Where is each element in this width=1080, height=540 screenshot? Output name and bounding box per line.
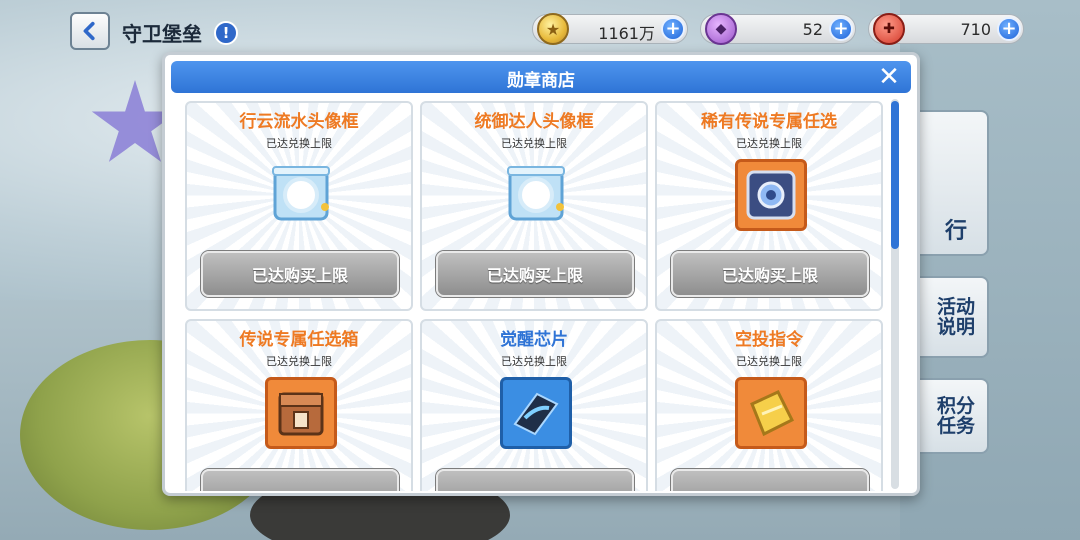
item-limit-status: 已达兑换上限 <box>501 355 567 368</box>
shop-item-card[interactable]: 传说专属任选箱 已达兑换上限 <box>185 319 413 491</box>
item-name: 行云流水头像框 <box>239 112 359 132</box>
avatar-frame-icon <box>500 159 572 231</box>
resource-gold: 1161万 + <box>532 13 688 45</box>
airdrop-card-icon <box>735 377 807 449</box>
scrollbar-thumb[interactable] <box>891 101 899 249</box>
back-button[interactable] <box>70 12 110 50</box>
red-tool-icon <box>873 13 905 45</box>
shop-item-card[interactable]: 统御达人头像框 已达兑换上限 已达购买上限 <box>420 101 648 311</box>
dialog-header: 勋章商店 ✕ <box>171 61 911 93</box>
resource-gem-value: 52 <box>802 20 823 39</box>
add-tool-button[interactable]: + <box>997 17 1021 41</box>
gold-coin-icon <box>537 13 569 45</box>
item-limit-status: 已达兑换上限 <box>736 137 802 150</box>
add-gold-button[interactable]: + <box>661 17 685 41</box>
purchase-limit-button[interactable]: 已达购买上限 <box>201 251 399 297</box>
resource-gem: 52 + <box>700 13 856 45</box>
avatar-frame-icon <box>265 159 337 231</box>
shop-item-grid: 行云流水头像框 已达兑换上限 已达购买上限 统御达人头像框 已达兑换上限 已达购… <box>183 99 887 491</box>
purchase-limit-button[interactable]: 已达购买上限 <box>671 251 869 297</box>
shop-item-card[interactable]: 空投指令 已达兑换上限 <box>655 319 883 491</box>
shop-item-card[interactable]: 稀有传说专属任选 已达兑换上限 已达购买上限 <box>655 101 883 311</box>
item-name: 传说专属任选箱 <box>239 330 359 350</box>
close-icon[interactable]: ✕ <box>875 62 903 92</box>
scrollbar[interactable] <box>891 99 899 489</box>
item-name: 空投指令 <box>735 330 803 350</box>
chip-icon <box>500 377 572 449</box>
background-right-panel <box>900 0 1080 540</box>
item-limit-status: 已达兑换上限 <box>736 355 802 368</box>
resource-gold-value: 1161万 <box>598 24 655 43</box>
purchase-limit-button[interactable]: 已达购买上限 <box>436 251 634 297</box>
chest-icon <box>265 377 337 449</box>
dialog-title: 勋章商店 <box>507 71 575 91</box>
purchase-limit-button[interactable] <box>201 469 399 491</box>
resource-tool: 710 + <box>868 13 1024 45</box>
item-name: 觉醒芯片 <box>500 330 568 350</box>
item-limit-status: 已达兑换上限 <box>501 137 567 150</box>
chevron-left-icon <box>83 21 95 41</box>
add-gem-button[interactable]: + <box>829 17 853 41</box>
item-limit-status: 已达兑换上限 <box>266 137 332 150</box>
purchase-limit-button[interactable] <box>436 469 634 491</box>
page-title: 守卫堡垒 <box>122 22 202 46</box>
info-icon[interactable]: ! <box>214 21 238 45</box>
shop-item-card[interactable]: 觉醒芯片 已达兑换上限 <box>420 319 648 491</box>
item-limit-status: 已达兑换上限 <box>266 355 332 368</box>
legendary-box-icon <box>735 159 807 231</box>
item-name: 统御达人头像框 <box>474 112 594 132</box>
purchase-limit-button[interactable] <box>671 469 869 491</box>
shop-item-card[interactable]: 行云流水头像框 已达兑换上限 已达购买上限 <box>185 101 413 311</box>
resource-tool-value: 710 <box>960 20 991 39</box>
purple-gem-icon <box>705 13 737 45</box>
medal-shop-dialog: 勋章商店 ✕ 行云流水头像框 已达兑换上限 已达购买上限 统御达人头像框 已达兑… <box>162 52 920 496</box>
item-name: 稀有传说专属任选 <box>701 112 837 132</box>
